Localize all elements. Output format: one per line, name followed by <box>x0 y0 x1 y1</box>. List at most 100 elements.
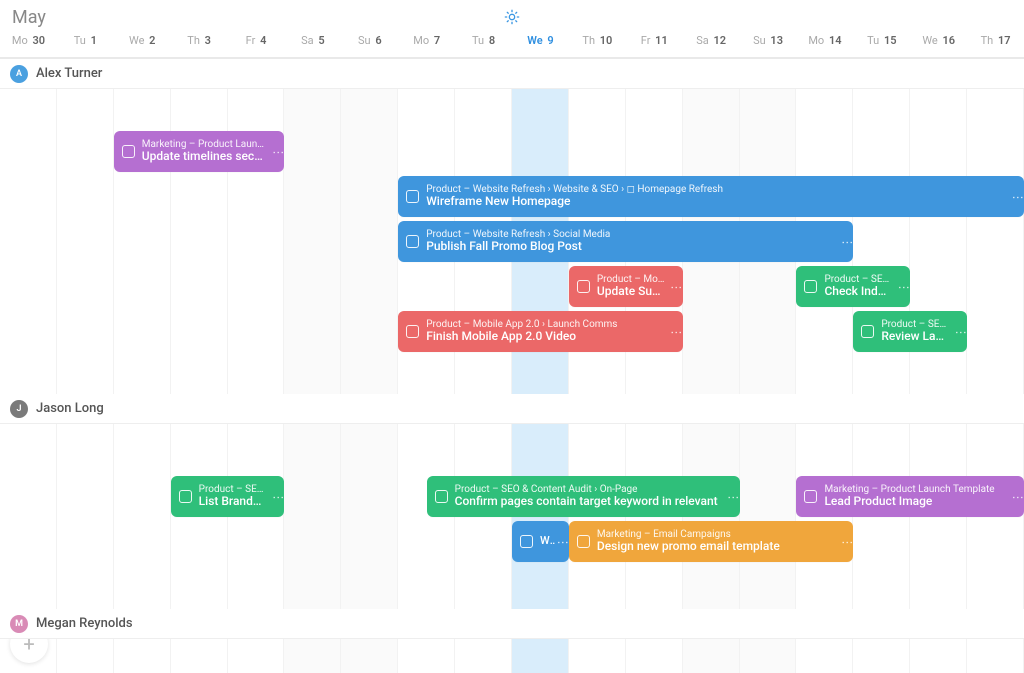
task-checkbox[interactable] <box>520 535 533 548</box>
day-header-cell[interactable]: Th 17 <box>967 30 1024 51</box>
day-number: 30 <box>32 34 45 47</box>
task-checkbox[interactable] <box>861 325 874 338</box>
day-header-cell[interactable]: Tu 8 <box>455 30 512 51</box>
day-number: 11 <box>655 34 668 47</box>
calendar-header: May Mo 30Tu 1We 2Th 3Fr 4Sa 5Su 6Mo 7Tu … <box>0 0 1024 59</box>
day-header-cell[interactable]: Sa 5 <box>284 30 341 51</box>
task-breadcrumb: Product – Website Refresh › Website & SE… <box>426 184 723 196</box>
task-row: MarketingWireframe Marketing – Email Camp… <box>0 519 1024 564</box>
day-header-cell[interactable]: Fr 11 <box>626 30 683 51</box>
day-of-week: Mo <box>808 34 824 47</box>
drag-handle-icon[interactable] <box>845 236 849 247</box>
task-checkbox[interactable] <box>179 490 192 503</box>
task-card[interactable]: Product – Mobile App 2.0 › Launch CommsF… <box>398 311 682 352</box>
task-card[interactable]: Marketing – Product LaunchUpdate timelin… <box>114 131 285 172</box>
day-of-week: We <box>527 34 542 47</box>
day-header-cell[interactable]: Tu 15 <box>853 30 910 51</box>
task-card[interactable]: Product – SEO & AuditReview Landing <box>853 311 967 352</box>
day-number: 7 <box>434 34 440 47</box>
task-row: Product – Mobile App 2.0 › Launch CommsF… <box>0 309 1024 354</box>
task-checkbox[interactable] <box>435 490 448 503</box>
task-title: Check Indexed Pages <box>824 285 892 299</box>
person-name: Jason Long <box>36 401 104 416</box>
person-header[interactable]: AAlex Turner <box>0 59 1024 89</box>
task-text: Product – SEO & AuditReview Landing <box>881 319 949 344</box>
day-of-week: Mo <box>413 34 429 47</box>
drag-handle-icon[interactable] <box>276 491 280 502</box>
task-card[interactable]: Product – SEO & Content Audit › On-PageC… <box>427 476 740 517</box>
person-header[interactable]: J Jason Long <box>0 394 1024 424</box>
day-of-week: Mo <box>12 34 28 47</box>
task-title: Wireframe New Homepage <box>426 195 723 209</box>
day-number: 4 <box>260 34 266 47</box>
task-title: Publish Fall Promo Blog Post <box>426 240 610 254</box>
day-header-cell[interactable]: Th 10 <box>569 30 626 51</box>
day-header-cell[interactable]: Tu 1 <box>57 30 114 51</box>
drag-handle-icon[interactable] <box>276 146 280 157</box>
day-header-cell[interactable]: We 16 <box>910 30 967 51</box>
day-header-cell[interactable]: Th 3 <box>171 30 228 51</box>
day-of-week: Tu <box>74 34 86 47</box>
day-header-cell[interactable]: We 9 <box>512 30 569 51</box>
day-header-cell[interactable]: Su 6 <box>341 30 398 51</box>
task-card[interactable]: Product – Website Refresh › Social Media… <box>398 221 853 262</box>
day-header-cell[interactable]: Su 13 <box>740 30 797 51</box>
day-header-cell[interactable]: Mo 7 <box>398 30 455 51</box>
drag-handle-icon[interactable] <box>845 536 849 547</box>
day-of-week: Fr <box>641 34 651 47</box>
task-text: MarketingWireframe <box>540 535 555 548</box>
day-header-cell[interactable]: We 2 <box>114 30 171 51</box>
day-header-cell[interactable]: Mo 30 <box>0 30 57 51</box>
task-checkbox[interactable] <box>406 190 419 203</box>
task-checkbox[interactable] <box>122 145 135 158</box>
day-header-cell[interactable]: Mo 14 <box>796 30 853 51</box>
drag-handle-icon[interactable] <box>675 326 679 337</box>
drag-handle-icon[interactable] <box>959 326 963 337</box>
drag-handle-icon[interactable] <box>1016 491 1020 502</box>
task-card[interactable]: MarketingWireframe <box>512 521 569 562</box>
task-checkbox[interactable] <box>577 280 590 293</box>
day-number: 6 <box>375 34 381 47</box>
task-checkbox[interactable] <box>577 535 590 548</box>
task-card[interactable]: Product – Mobile AppUpdate Support <box>569 266 683 307</box>
task-card[interactable]: Marketing – Email CampaignsDesign new pr… <box>569 521 853 562</box>
drag-handle-icon[interactable] <box>732 491 736 502</box>
task-checkbox[interactable] <box>406 235 419 248</box>
drag-handle-icon[interactable] <box>561 536 565 547</box>
task-text: Product – Mobile AppUpdate Support <box>597 274 665 299</box>
task-title: List Branded & U <box>199 495 267 509</box>
drag-handle-icon[interactable] <box>675 281 679 292</box>
task-checkbox[interactable] <box>804 490 817 503</box>
task-text: Product – Mobile App 2.0 › Launch CommsF… <box>426 319 617 344</box>
task-row: Marketing – Product LaunchUpdate timelin… <box>0 129 1024 174</box>
task-breadcrumb: Product – SEO & Content <box>199 484 267 496</box>
task-breadcrumb: Product – Mobile App 2.0 › Launch Comms <box>426 319 617 331</box>
day-number: 9 <box>547 34 553 47</box>
task-title: Finish Mobile App 2.0 Video <box>426 330 617 344</box>
task-title: Design new promo email template <box>597 540 780 554</box>
drag-handle-icon[interactable] <box>902 281 906 292</box>
task-card[interactable]: Marketing – Product Launch TemplateLead … <box>796 476 1024 517</box>
day-number: 8 <box>489 34 495 47</box>
task-card[interactable]: Product – SEO & ContentList Branded & U <box>171 476 285 517</box>
drag-handle-icon[interactable] <box>1016 191 1020 202</box>
avatar: J <box>10 400 28 418</box>
task-card[interactable]: Product – SEO & ContentCheck Indexed Pag… <box>796 266 910 307</box>
day-number: 16 <box>942 34 955 47</box>
person-header[interactable]: MMegan Reynolds <box>0 609 1024 639</box>
task-checkbox[interactable] <box>804 280 817 293</box>
task-breadcrumb: Marketing – Product Launch Template <box>824 484 994 496</box>
day-of-week: Su <box>753 34 766 47</box>
task-title: Confirm pages contain target keyword in … <box>455 495 718 509</box>
task-breadcrumb: Marketing – Email Campaigns <box>597 529 780 541</box>
person-name: Megan Reynolds <box>36 616 133 631</box>
day-header-cell[interactable]: Fr 4 <box>228 30 285 51</box>
day-of-week: Th <box>582 34 595 47</box>
sun-icon[interactable] <box>504 9 520 29</box>
task-breadcrumb: Product – Website Refresh › Social Media <box>426 229 610 241</box>
day-header-cell[interactable]: Sa 12 <box>683 30 740 51</box>
task-card[interactable]: Product – Website Refresh › Website & SE… <box>398 176 1024 217</box>
day-of-week: Tu <box>867 34 879 47</box>
task-checkbox[interactable] <box>406 325 419 338</box>
day-number: 10 <box>600 34 613 47</box>
